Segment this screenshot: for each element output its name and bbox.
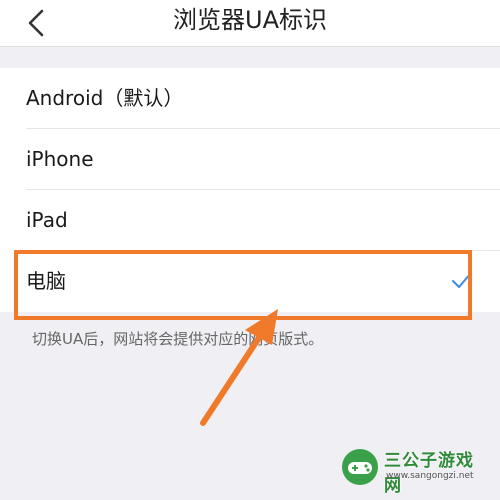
ua-option-list: Android（默认） iPhone iPad 电脑 bbox=[0, 68, 500, 312]
hint-text: 切换UA后，网站将会提供对应的网页版式。 bbox=[32, 330, 324, 348]
ua-option-iphone[interactable]: iPhone bbox=[0, 129, 500, 190]
title-bar: 浏览器UA标识 bbox=[0, 0, 500, 47]
page-title: 浏览器UA标识 bbox=[173, 6, 327, 34]
checkmark-icon bbox=[450, 270, 474, 294]
option-label: iPhone bbox=[26, 147, 94, 171]
option-label: 电脑 bbox=[26, 269, 66, 293]
ua-option-ipad[interactable]: iPad bbox=[0, 190, 500, 251]
watermark-url: www.sangongzi.net bbox=[386, 471, 474, 481]
ua-option-computer[interactable]: 电脑 bbox=[0, 251, 500, 312]
watermark: 三公子游戏网 www.sangongzi.net bbox=[340, 444, 490, 496]
section-gap bbox=[0, 47, 500, 68]
option-label: Android（默认） bbox=[26, 86, 184, 110]
game-controller-icon bbox=[340, 448, 380, 486]
option-label: iPad bbox=[26, 208, 68, 232]
ua-option-android[interactable]: Android（默认） bbox=[0, 68, 500, 129]
